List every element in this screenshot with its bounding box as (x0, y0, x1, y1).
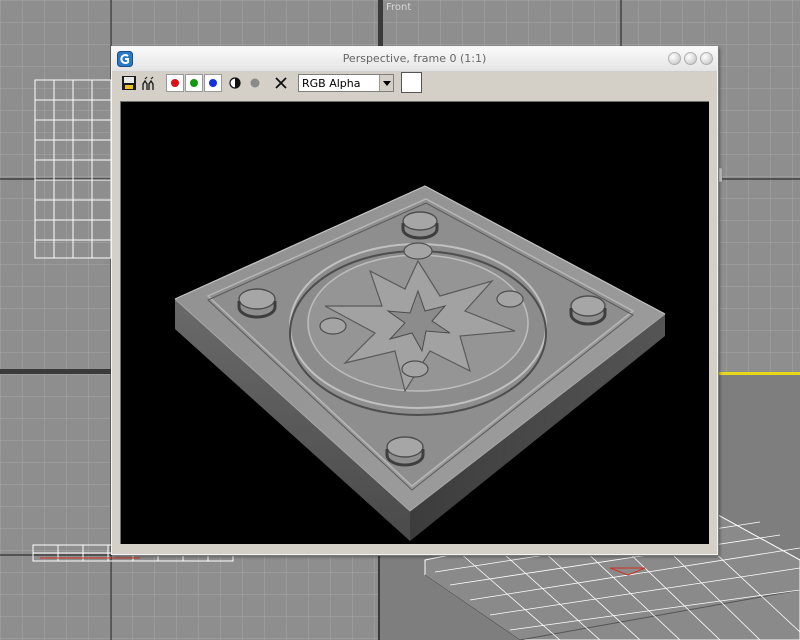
clone-window-button[interactable] (140, 74, 158, 92)
green-channel-icon (190, 79, 198, 87)
render-toolbar: RGB Alpha (112, 72, 717, 96)
save-icon (122, 76, 136, 90)
monochrome-button[interactable] (246, 74, 264, 92)
color-swatch[interactable] (401, 72, 422, 93)
clear-icon (275, 77, 287, 89)
red-channel-icon (171, 79, 179, 87)
window-title: Perspective, frame 0 (1:1) (342, 52, 487, 65)
green-channel-toggle[interactable] (185, 74, 203, 92)
blue-channel-toggle[interactable] (204, 74, 222, 92)
display-alpha-button[interactable] (226, 74, 244, 92)
display-alpha-icon (229, 77, 241, 89)
save-image-button[interactable] (120, 74, 138, 92)
chevron-down-icon[interactable] (379, 75, 393, 91)
channel-dropdown[interactable]: RGB Alpha (298, 74, 394, 92)
rendered-frame-window[interactable]: Perspective, frame 0 (1:1) RGB Alpha (111, 46, 718, 555)
channel-dropdown-value: RGB Alpha (302, 77, 361, 90)
red-channel-toggle[interactable] (166, 74, 184, 92)
maximize-button[interactable] (684, 52, 697, 65)
close-button[interactable] (700, 52, 713, 65)
viewport-label-front[interactable]: Front (386, 2, 411, 13)
monochrome-icon (250, 78, 260, 88)
clear-button[interactable] (272, 74, 290, 92)
window-titlebar[interactable]: Perspective, frame 0 (1:1) (112, 47, 717, 72)
rendered-tile-image (174, 185, 666, 541)
blue-channel-icon (209, 79, 217, 87)
minimize-button[interactable] (668, 52, 681, 65)
clone-window-icon (142, 76, 154, 90)
render-output-area (120, 101, 709, 544)
